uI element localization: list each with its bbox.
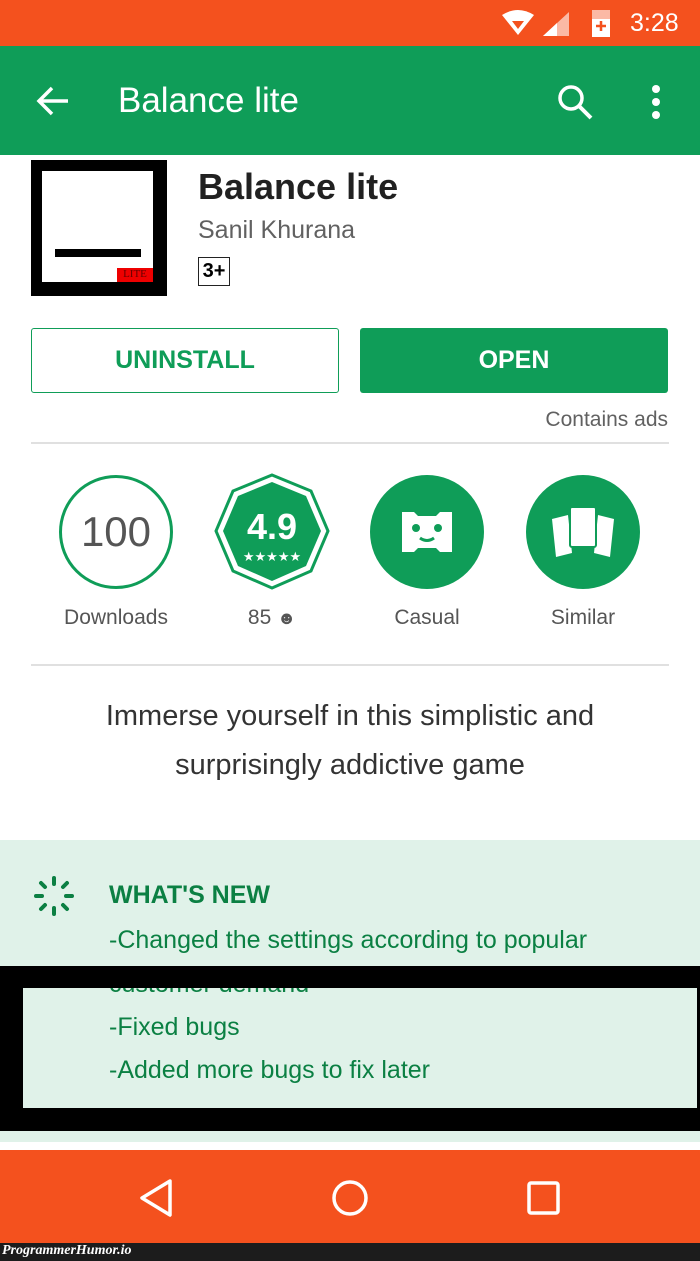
rating-value: 4.9 — [247, 506, 297, 547]
app-name: Balance lite — [198, 166, 399, 207]
app-bar-title: Balance lite — [118, 81, 299, 120]
watermark-bar: ProgrammerHumor.io — [0, 1243, 700, 1261]
developer-name[interactable]: Sanil Khurana — [198, 216, 355, 245]
app-bar: Balance lite — [0, 46, 700, 155]
wifi-icon — [502, 10, 534, 35]
navigation-bar — [0, 1150, 700, 1243]
signal-icon — [543, 12, 569, 36]
nav-home-icon[interactable] — [330, 1178, 370, 1218]
downloads-badge: 100 — [59, 475, 173, 589]
battery-charging-icon — [592, 10, 610, 37]
open-button[interactable]: OPEN — [360, 328, 668, 393]
search-icon[interactable] — [556, 83, 594, 121]
similar-button[interactable] — [526, 475, 640, 589]
nav-back-icon[interactable] — [138, 1178, 174, 1218]
highlight-frame — [0, 966, 700, 1131]
whats-new-sparkle-icon — [34, 876, 74, 916]
back-arrow-icon[interactable] — [36, 85, 70, 117]
similar-cards-icon — [552, 507, 614, 557]
nav-recents-icon[interactable] — [526, 1180, 562, 1216]
status-bar: 3:28 — [0, 0, 700, 46]
category-casual-button[interactable] — [370, 475, 484, 589]
game-face-icon — [402, 512, 452, 552]
rating-count: 85 ☻ — [247, 606, 297, 629]
contains-ads-label: Contains ads — [545, 408, 668, 431]
category-label: Casual — [394, 606, 460, 629]
divider — [31, 442, 669, 444]
app-description[interactable]: Immerse yourself in this simplistic and … — [0, 692, 700, 790]
rating-badge: 4.9 ★★★★★ — [214, 473, 330, 590]
uninstall-button[interactable]: UNINSTALL — [31, 328, 339, 393]
divider — [31, 664, 669, 666]
similar-label: Similar — [550, 606, 616, 629]
app-icon: LITE — [31, 160, 167, 296]
watermark: ProgrammerHumor.io — [2, 1243, 132, 1258]
whats-new-title: WHAT'S NEW — [109, 881, 271, 909]
rating-stars-icon: ★★★★★ — [243, 549, 301, 564]
content-rating-badge[interactable]: 3+ — [198, 257, 230, 286]
clock: 3:28 — [630, 9, 679, 37]
more-options-icon[interactable] — [649, 84, 663, 120]
downloads-label: Downloads — [64, 606, 168, 629]
person-icon: ☻ — [277, 608, 297, 628]
